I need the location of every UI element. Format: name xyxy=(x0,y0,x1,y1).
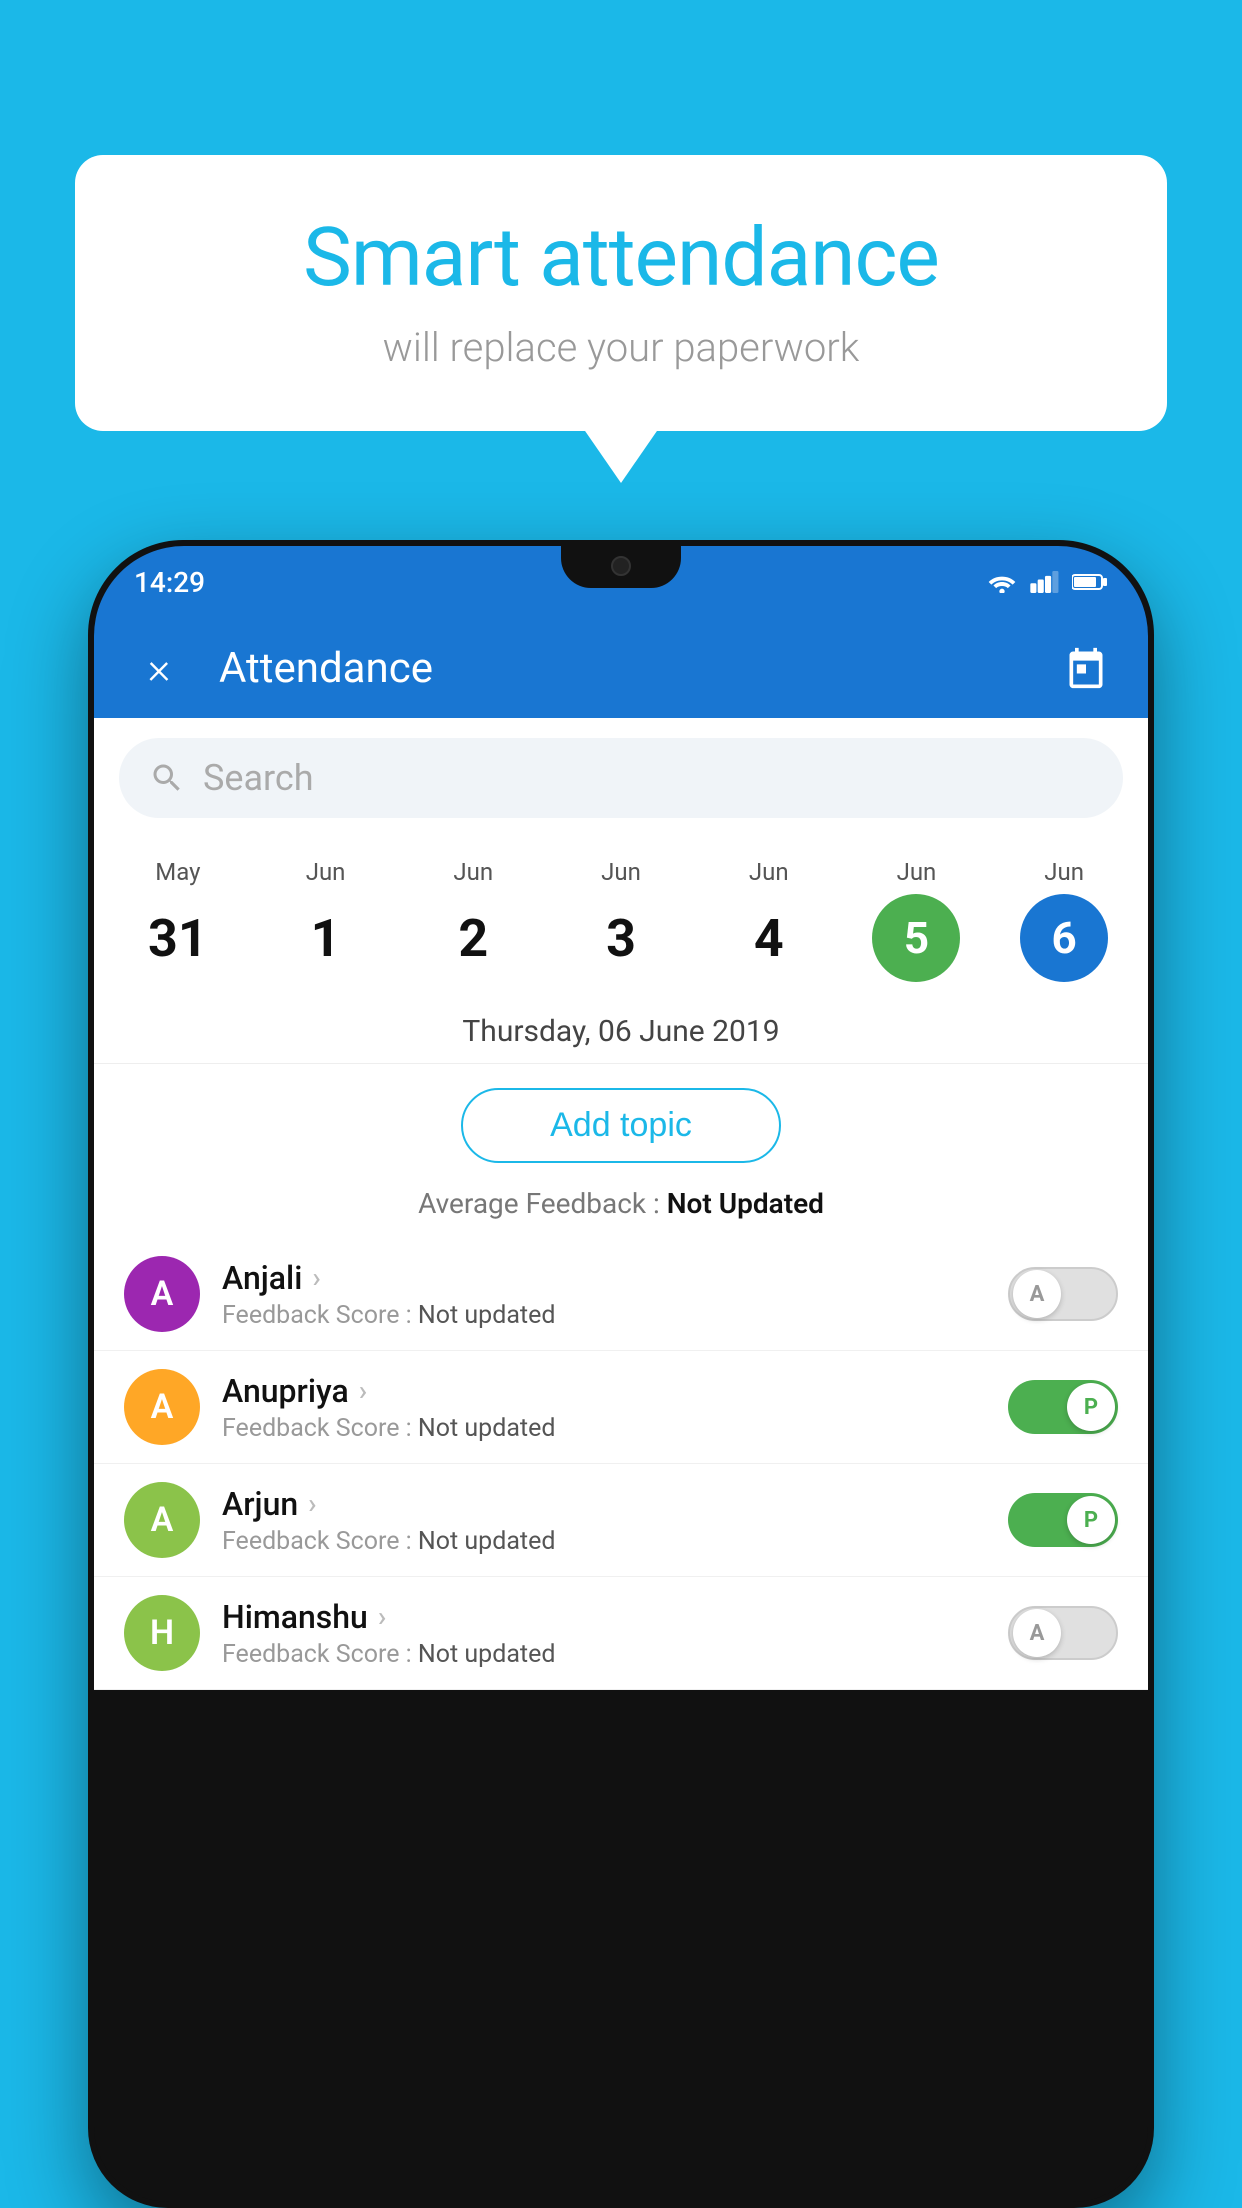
student-name: Anupriya › xyxy=(222,1372,1008,1410)
chevron-right-icon: › xyxy=(308,1487,316,1520)
wifi-icon xyxy=(986,571,1018,593)
attendance-toggle[interactable]: P xyxy=(1008,1493,1118,1547)
avg-feedback-value: Not Updated xyxy=(667,1187,824,1220)
chevron-right-icon: › xyxy=(359,1374,367,1407)
avatar: H xyxy=(124,1595,200,1671)
student-name: Himanshu › xyxy=(222,1598,1008,1636)
avatar: A xyxy=(124,1256,200,1332)
day-num: 5 xyxy=(872,894,960,982)
screen-content: Search May 31 Jun 1 Jun 2 Jun 3 Jun 4 Jun 5 Jun 6 Thu… xyxy=(94,718,1148,1690)
feedback-score: Feedback Score : Not updated xyxy=(222,1640,1008,1669)
student-row[interactable]: AAnjali ›Feedback Score : Not updatedA xyxy=(94,1238,1148,1351)
date-col[interactable]: Jun 3 xyxy=(547,848,695,992)
battery-icon xyxy=(1072,572,1108,592)
search-icon xyxy=(149,760,185,796)
day-num: 6 xyxy=(1020,894,1108,982)
toggle-knob: A xyxy=(1013,1270,1061,1318)
chevron-right-icon: › xyxy=(312,1261,320,1294)
date-col[interactable]: Jun 6 xyxy=(990,848,1138,992)
app-bar: × Attendance xyxy=(94,618,1148,718)
student-name: Arjun › xyxy=(222,1485,1008,1523)
day-num: 1 xyxy=(282,894,370,982)
calendar-icon xyxy=(1064,646,1108,690)
bubble-title: Smart attendance xyxy=(135,210,1107,306)
add-topic-button[interactable]: Add topic xyxy=(461,1088,781,1163)
phone-screen: 14:29 xyxy=(94,546,1148,2202)
month-label: Jun xyxy=(897,858,937,886)
date-col[interactable]: May 31 xyxy=(104,848,252,992)
feedback-score: Feedback Score : Not updated xyxy=(222,1414,1008,1443)
student-info: Anjali › Feedback Score : Not updated xyxy=(222,1259,1008,1330)
date-col[interactable]: Jun 2 xyxy=(399,848,547,992)
avg-feedback: Average Feedback : Not Updated xyxy=(94,1187,1148,1220)
attendance-toggle[interactable]: A xyxy=(1008,1606,1118,1660)
day-num: 31 xyxy=(134,894,222,982)
phone-notch xyxy=(561,546,681,588)
day-num: 3 xyxy=(577,894,665,982)
student-info: Anupriya › Feedback Score : Not updated xyxy=(222,1372,1008,1443)
date-col[interactable]: Jun 5 xyxy=(843,848,991,992)
search-bar[interactable]: Search xyxy=(119,738,1123,818)
day-num: 4 xyxy=(725,894,813,982)
selected-date: Thursday, 06 June 2019 xyxy=(94,992,1148,1064)
avatar: A xyxy=(124,1482,200,1558)
phone-frame: 14:29 xyxy=(88,540,1154,2208)
date-col[interactable]: Jun 1 xyxy=(252,848,400,992)
day-num: 2 xyxy=(429,894,517,982)
feedback-score: Feedback Score : Not updated xyxy=(222,1527,1008,1556)
month-label: Jun xyxy=(453,858,493,886)
date-col[interactable]: Jun 4 xyxy=(695,848,843,992)
student-info: Himanshu › Feedback Score : Not updated xyxy=(222,1598,1008,1669)
camera xyxy=(611,556,631,576)
calendar-button[interactable] xyxy=(1059,641,1113,695)
chevron-right-icon: › xyxy=(378,1600,386,1633)
student-row[interactable]: A Anupriya › Feedback Score : Not updated P xyxy=(94,1351,1148,1464)
bubble-subtitle: will replace your paperwork xyxy=(135,324,1107,371)
attendance-toggle[interactable]: P xyxy=(1008,1380,1118,1434)
student-name: Anjali › xyxy=(222,1259,1008,1297)
toggle-knob: A xyxy=(1013,1609,1061,1657)
status-time: 14:29 xyxy=(134,566,205,599)
date-strip: May 31 Jun 1 Jun 2 Jun 3 Jun 4 Jun 5 Jun 6 xyxy=(94,838,1148,992)
speech-bubble: Smart attendance will replace your paper… xyxy=(75,155,1167,431)
speech-bubble-section: Smart attendance will replace your paper… xyxy=(75,155,1167,431)
month-label: Jun xyxy=(1044,858,1084,886)
avg-feedback-label: Average Feedback : xyxy=(418,1187,660,1220)
month-label: Jun xyxy=(306,858,346,886)
status-icons xyxy=(986,571,1108,593)
feedback-score: Feedback Score : Not updated xyxy=(222,1301,1008,1330)
close-button[interactable]: × xyxy=(129,646,189,690)
month-label: Jun xyxy=(749,858,789,886)
app-title: Attendance xyxy=(219,644,1059,693)
signal-icon xyxy=(1030,571,1060,593)
student-row[interactable]: H Himanshu › Feedback Score : Not updatedA xyxy=(94,1577,1148,1690)
student-list: AAnjali ›Feedback Score : Not updatedAAA… xyxy=(94,1238,1148,1690)
month-label: May xyxy=(155,858,200,886)
student-row[interactable]: A Arjun › Feedback Score : Not updated P xyxy=(94,1464,1148,1577)
avatar: A xyxy=(124,1369,200,1445)
student-info: Arjun › Feedback Score : Not updated xyxy=(222,1485,1008,1556)
attendance-toggle[interactable]: A xyxy=(1008,1267,1118,1321)
search-placeholder: Search xyxy=(203,757,314,799)
status-bar: 14:29 xyxy=(94,546,1148,618)
month-label: Jun xyxy=(601,858,641,886)
toggle-knob: P xyxy=(1067,1496,1115,1544)
toggle-knob: P xyxy=(1067,1383,1115,1431)
